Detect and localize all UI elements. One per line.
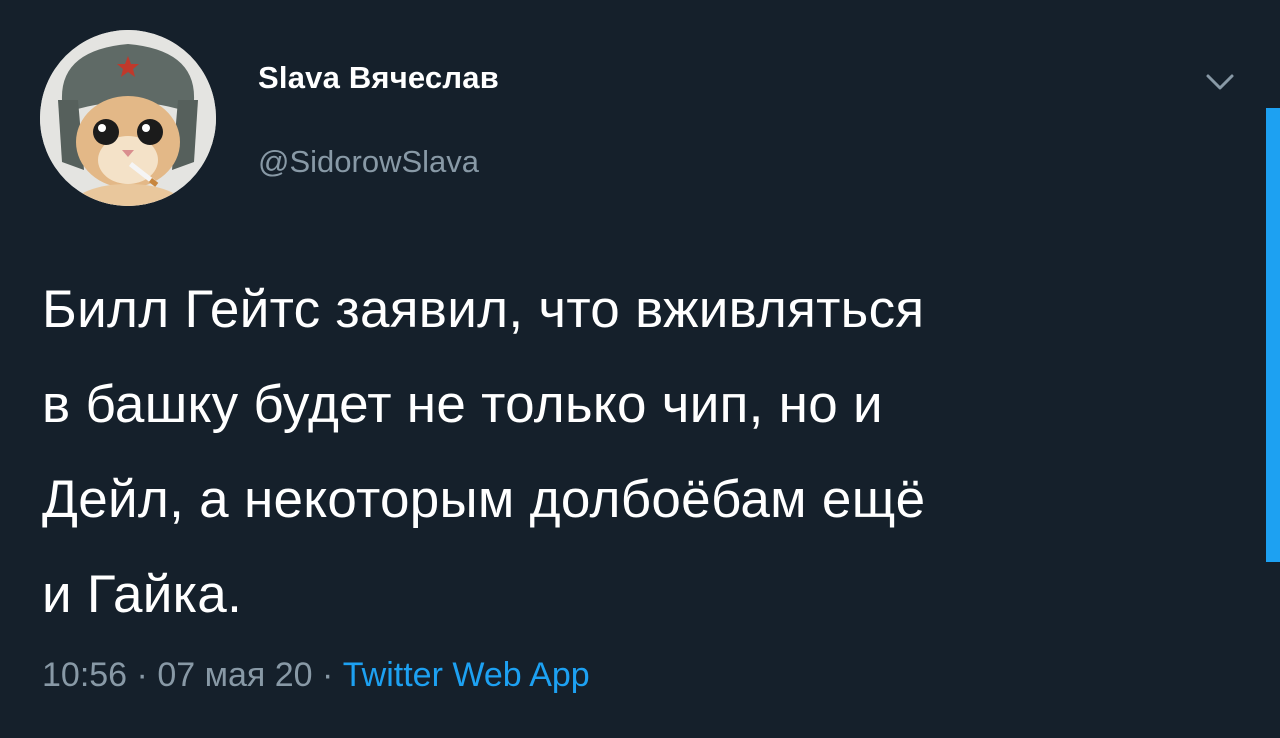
chevron-down-icon[interactable] [1200,62,1240,102]
scrollbar[interactable] [1266,108,1280,562]
avatar[interactable] [40,30,216,206]
tweet-date[interactable]: 07 мая 20 [157,656,312,694]
display-name[interactable]: Slava Вячеслав [258,60,499,96]
tweet-meta: 10:56 · 07 мая 20 · Twitter Web App [42,656,590,695]
tweet-text: Билл Гейтс заявил, что вживляться в башк… [42,280,926,624]
source-app-link[interactable]: Twitter Web App [343,656,590,694]
cat-avatar-image [40,30,216,206]
meta-separator: · [127,656,158,694]
meta-separator: · [312,656,343,694]
user-handle[interactable]: @SidorowSlava [258,144,479,180]
tweet: Slava Вячеслав @SidorowSlava Билл Гейтс … [0,0,1280,738]
tweet-time[interactable]: 10:56 [42,656,127,694]
